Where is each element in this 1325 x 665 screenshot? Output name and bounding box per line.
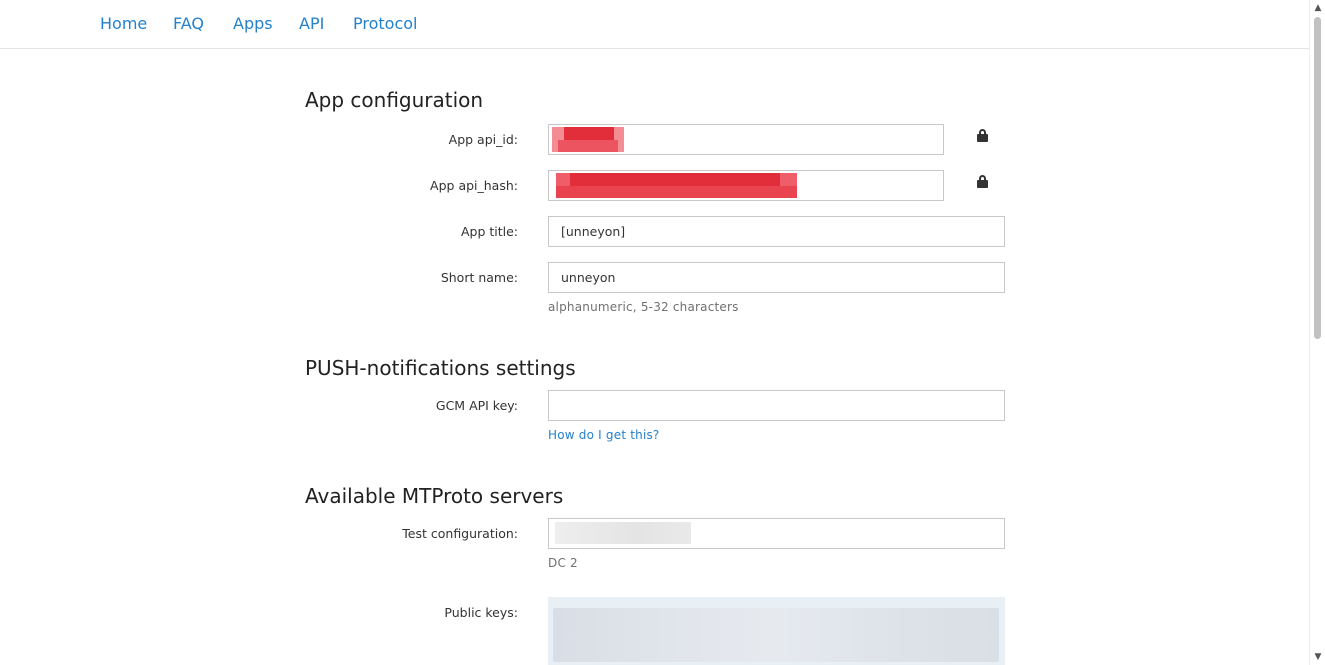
test-config-dc: DC 2 [548, 556, 578, 570]
test-configuration-field[interactable] [548, 518, 1005, 549]
scroll-up-icon[interactable]: ▲ [1310, 1, 1325, 15]
lock-icon [977, 175, 988, 188]
gcm-help-link[interactable]: How do I get this? [548, 428, 660, 442]
gcm-api-key-label: GCM API key: [435, 398, 518, 413]
nav-apps[interactable]: Apps [233, 14, 273, 33]
app-title-label: App title: [460, 224, 518, 239]
mtproto-servers-heading: Available MTProto servers [305, 484, 564, 508]
nav-api[interactable]: API [299, 14, 324, 33]
public-keys-label: Public keys: [444, 605, 518, 620]
public-keys-redaction [553, 608, 999, 662]
public-keys-box[interactable] [548, 597, 1005, 665]
short-name-hint: alphanumeric, 5-32 characters [548, 300, 739, 314]
short-name-label: Short name: [440, 270, 518, 285]
app-configuration-heading: App configuration [305, 88, 484, 112]
gcm-api-key-input[interactable] [548, 390, 1005, 421]
short-name-input[interactable]: unneyon [548, 262, 1005, 293]
api-id-redaction [552, 127, 624, 152]
nav-protocol[interactable]: Protocol [353, 14, 417, 33]
nav-home[interactable]: Home [100, 14, 147, 33]
api-hash-field[interactable] [548, 170, 944, 201]
api-hash-label: App api_hash: [430, 178, 518, 193]
scroll-thumb[interactable] [1314, 17, 1321, 339]
push-notifications-heading: PUSH-notifications settings [305, 356, 576, 380]
page-scrollbar[interactable]: ▲ ▼ [1309, 0, 1325, 665]
test-config-redaction [555, 522, 691, 544]
scroll-down-icon[interactable]: ▼ [1310, 650, 1325, 664]
test-configuration-label: Test configuration: [402, 526, 518, 541]
app-title-input[interactable]: [unneyon] [548, 216, 1005, 247]
nav-faq[interactable]: FAQ [173, 14, 204, 33]
api-id-label: App api_id: [448, 132, 518, 147]
api-hash-redaction [556, 173, 797, 198]
top-navigation: Home FAQ Apps API Protocol [0, 0, 1309, 49]
lock-icon [977, 129, 988, 142]
api-id-field[interactable] [548, 124, 944, 155]
